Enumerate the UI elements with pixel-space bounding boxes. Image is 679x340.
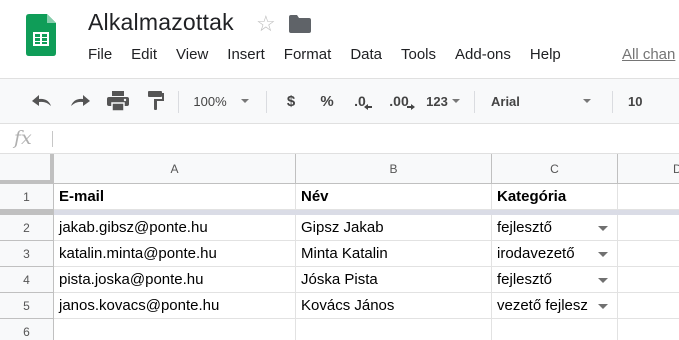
folder-icon[interactable]	[289, 15, 311, 33]
row-header-6[interactable]: 6	[0, 319, 54, 340]
menu-data[interactable]: Data	[350, 46, 382, 63]
chevron-down-icon[interactable]	[598, 226, 608, 231]
formula-separator	[52, 131, 53, 147]
undo-button[interactable]	[28, 79, 56, 123]
decrease-decimals-button[interactable]: .0	[348, 79, 378, 123]
row-header-5[interactable]: 5	[0, 293, 54, 319]
font-size-select[interactable]: 10	[628, 79, 668, 123]
cell-d4[interactable]	[618, 267, 679, 293]
cell-a6[interactable]	[54, 319, 296, 340]
cell-d5[interactable]	[618, 293, 679, 319]
percent-format-button[interactable]: %	[315, 79, 339, 123]
zoom-select[interactable]: 100%	[186, 79, 256, 123]
column-header-b[interactable]: B	[296, 154, 492, 184]
chevron-down-icon[interactable]	[598, 252, 608, 257]
cell-c4-value: fejlesztő	[497, 271, 553, 288]
document-title[interactable]: Alkalmazottak	[88, 9, 234, 36]
menu-add-ons[interactable]: Add-ons	[455, 46, 511, 63]
cell-d2[interactable]	[618, 215, 679, 241]
row-header-3[interactable]: 3	[0, 241, 54, 267]
redo-icon	[71, 95, 90, 106]
app-header: Alkalmazottak ☆ File Edit View Insert Fo…	[0, 0, 679, 78]
toolbar-separator	[612, 91, 613, 113]
row-header-4[interactable]: 4	[0, 267, 54, 293]
cell-c2-value: fejlesztő	[497, 219, 553, 236]
cell-b6[interactable]	[296, 319, 492, 340]
cell-b5[interactable]: Kovács János	[296, 293, 492, 319]
cell-b1[interactable]: Név	[296, 184, 492, 210]
more-formats-label: 123	[426, 93, 448, 109]
cell-c5[interactable]: vezető fejlesz	[492, 293, 618, 319]
cell-d6[interactable]	[618, 319, 679, 340]
undo-icon	[32, 95, 51, 106]
print-button[interactable]	[104, 79, 132, 123]
menu-edit[interactable]: Edit	[131, 46, 157, 63]
cell-c2[interactable]: fejlesztő	[492, 215, 618, 241]
toolbar: 100% $ % .0 .00 123 Arial 10	[0, 78, 679, 124]
cell-a3[interactable]: katalin.minta@ponte.hu	[54, 241, 296, 267]
zoom-value: 100%	[193, 93, 227, 109]
redo-button[interactable]	[66, 79, 94, 123]
all-changes-saved-link[interactable]: All chan	[622, 46, 675, 63]
cell-c6[interactable]	[492, 319, 618, 340]
cell-b2[interactable]: Gipsz Jakab	[296, 215, 492, 241]
font-family-select[interactable]: Arial	[491, 79, 601, 123]
toolbar-separator	[474, 91, 475, 113]
sheets-logo-icon[interactable]	[26, 14, 56, 56]
more-formats-select[interactable]: 123	[422, 79, 464, 123]
column-header-c[interactable]: C	[492, 154, 618, 184]
cell-c1[interactable]: Kategória	[492, 184, 618, 210]
chevron-down-icon	[583, 99, 591, 103]
column-header-d[interactable]: D	[618, 154, 679, 184]
toolbar-separator	[178, 91, 179, 113]
cell-a1[interactable]: E-mail	[54, 184, 296, 210]
paint-format-icon	[148, 91, 164, 110]
star-icon[interactable]: ☆	[256, 13, 276, 35]
menu-format[interactable]: Format	[284, 46, 332, 63]
arrow-right-icon	[406, 104, 415, 110]
cell-c3[interactable]: irodavezető	[492, 241, 618, 267]
font-size-value: 10	[628, 93, 643, 109]
chevron-down-icon	[240, 99, 249, 103]
menu-tools[interactable]: Tools	[401, 46, 436, 63]
row-header-1[interactable]: 1	[0, 184, 54, 210]
row-header-2[interactable]: 2	[0, 215, 54, 241]
cell-a5[interactable]: janos.kovacs@ponte.hu	[54, 293, 296, 319]
column-header-a[interactable]: A	[54, 154, 296, 184]
cell-c3-value: irodavezető	[497, 245, 575, 262]
cell-b4[interactable]: Jóska Pista	[296, 267, 492, 293]
fx-icon: fx	[14, 127, 32, 149]
toolbar-separator	[266, 91, 267, 113]
print-icon	[107, 91, 129, 111]
menu-insert[interactable]: Insert	[227, 46, 265, 63]
cell-a4[interactable]: pista.joska@ponte.hu	[54, 267, 296, 293]
cell-a2[interactable]: jakab.gibsz@ponte.hu	[54, 215, 296, 241]
arrow-left-icon	[363, 104, 372, 110]
chevron-down-icon[interactable]	[598, 304, 608, 309]
cell-d1[interactable]	[618, 184, 679, 210]
chevron-down-icon	[451, 99, 460, 103]
cell-b3[interactable]: Minta Katalin	[296, 241, 492, 267]
spreadsheet-grid: A B C D 1 E-mail Név Kategória 2 jakab.g…	[0, 154, 679, 340]
cell-c5-value: vezető fejlesz	[497, 297, 588, 314]
formula-bar: fx	[0, 124, 679, 154]
menu-view[interactable]: View	[176, 46, 208, 63]
menu-help[interactable]: Help	[530, 46, 561, 63]
cell-d3[interactable]	[618, 241, 679, 267]
cell-c4[interactable]: fejlesztő	[492, 267, 618, 293]
currency-format-button[interactable]: $	[280, 79, 302, 123]
formula-input[interactable]	[60, 124, 675, 153]
chevron-down-icon[interactable]	[598, 278, 608, 283]
menu-file[interactable]: File	[88, 46, 112, 63]
select-all-corner[interactable]	[0, 154, 54, 184]
font-family-value: Arial	[491, 93, 520, 109]
paint-format-button[interactable]	[142, 79, 170, 123]
increase-decimals-button[interactable]: .00	[386, 79, 418, 123]
menu-bar: File Edit View Insert Format Data Tools …	[88, 46, 580, 63]
